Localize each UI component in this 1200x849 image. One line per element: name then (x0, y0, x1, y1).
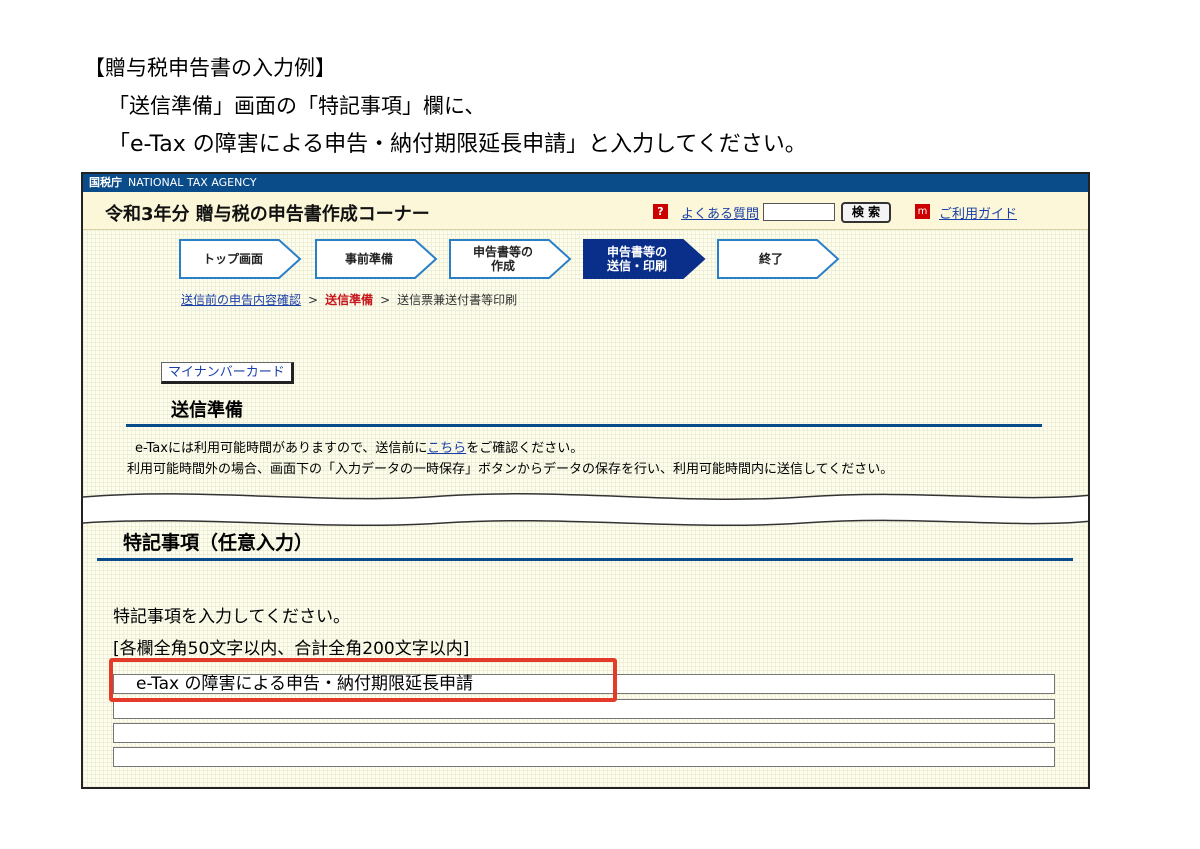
step-label: 申告書等の 送信・印刷 (606, 245, 667, 273)
step-label: 事前準備 (344, 252, 393, 266)
step-finish: 終了 (717, 239, 840, 279)
search-input[interactable] (763, 203, 835, 221)
step-create-return: 申告書等の 作成 (449, 239, 572, 279)
step-top: トップ画面 (179, 239, 302, 279)
breadcrumb-current: 送信準備 (325, 293, 374, 307)
divider (97, 558, 1073, 561)
off-hours-notice: 利用可能時間外の場合、画面下の「入力データの一時保存」ボタンからデータの保存を行… (127, 462, 894, 477)
breadcrumb: 送信前の申告内容確認 > 送信準備 > 送信票兼送付書等印刷 (181, 293, 518, 307)
step-send-print: 申告書等の 送信・印刷 (583, 239, 706, 279)
character-limit-note: [各欄全角50文字以内、合計全角200文字以内] (113, 639, 470, 659)
send-prep-heading: 送信準備 (171, 400, 243, 421)
special-notes-field-4[interactable] (113, 747, 1055, 767)
breadcrumb-next: 送信票兼送付書等印刷 (397, 293, 518, 307)
mynumber-card-button[interactable]: マイナンバーカード (161, 362, 294, 384)
search-button[interactable]: 検 索 (841, 202, 891, 223)
faq-link[interactable]: よくある質問 (681, 203, 759, 222)
step-label: 申告書等の 作成 (472, 245, 533, 273)
special-notes-heading: 特記事項（任意入力） (123, 532, 314, 554)
highlight-box (109, 658, 617, 702)
availability-link[interactable]: こちら (427, 441, 466, 456)
instruction-line-2: 「e-Tax の障害による申告・納付期限延長申請」と入力してください。 (108, 132, 807, 157)
guide-book-icon[interactable]: m (915, 204, 930, 219)
availability-notice: e-Taxには利用可能時間がありますので、送信前にこちらをご確認ください。 (135, 441, 584, 456)
agency-name: NATIONAL TAX AGENCY (128, 176, 257, 189)
instruction-line-1: 「送信準備」画面の「特記事項」欄に、 (108, 94, 486, 118)
page-title: 令和3年分 贈与税の申告書作成コーナー (105, 204, 430, 225)
breadcrumb-confirm-link[interactable]: 送信前の申告内容確認 (181, 293, 301, 307)
divider (126, 424, 1042, 427)
progress-steps: トップ画面 事前準備 申告書等の 作成 申告書等の 送信・印刷 終了 (179, 239, 859, 279)
agency-emblem: 国税庁 (89, 176, 122, 189)
special-notes-field-3[interactable] (113, 723, 1055, 743)
special-notes-prompt: 特記事項を入力してください。 (113, 607, 350, 627)
screenshot-frame: 国税庁 NATIONAL TAX AGENCY 令和3年分 贈与税の申告書作成コー… (81, 172, 1090, 789)
agency-bar: 国税庁 NATIONAL TAX AGENCY (83, 174, 1088, 192)
instruction-heading: 【贈与税申告書の入力例】 (84, 56, 336, 80)
usage-guide-link[interactable]: ご利用ガイド (939, 203, 1017, 222)
step-preparation: 事前準備 (315, 239, 438, 279)
step-label: トップ画面 (202, 252, 263, 266)
special-notes-field-2[interactable] (113, 699, 1055, 719)
question-icon[interactable]: ? (653, 204, 668, 219)
title-bar: 令和3年分 贈与税の申告書作成コーナー ? よくある質問 検 索 m ご利用ガイ… (83, 192, 1088, 230)
page-break-wave (83, 493, 1088, 527)
step-label: 終了 (758, 252, 783, 266)
